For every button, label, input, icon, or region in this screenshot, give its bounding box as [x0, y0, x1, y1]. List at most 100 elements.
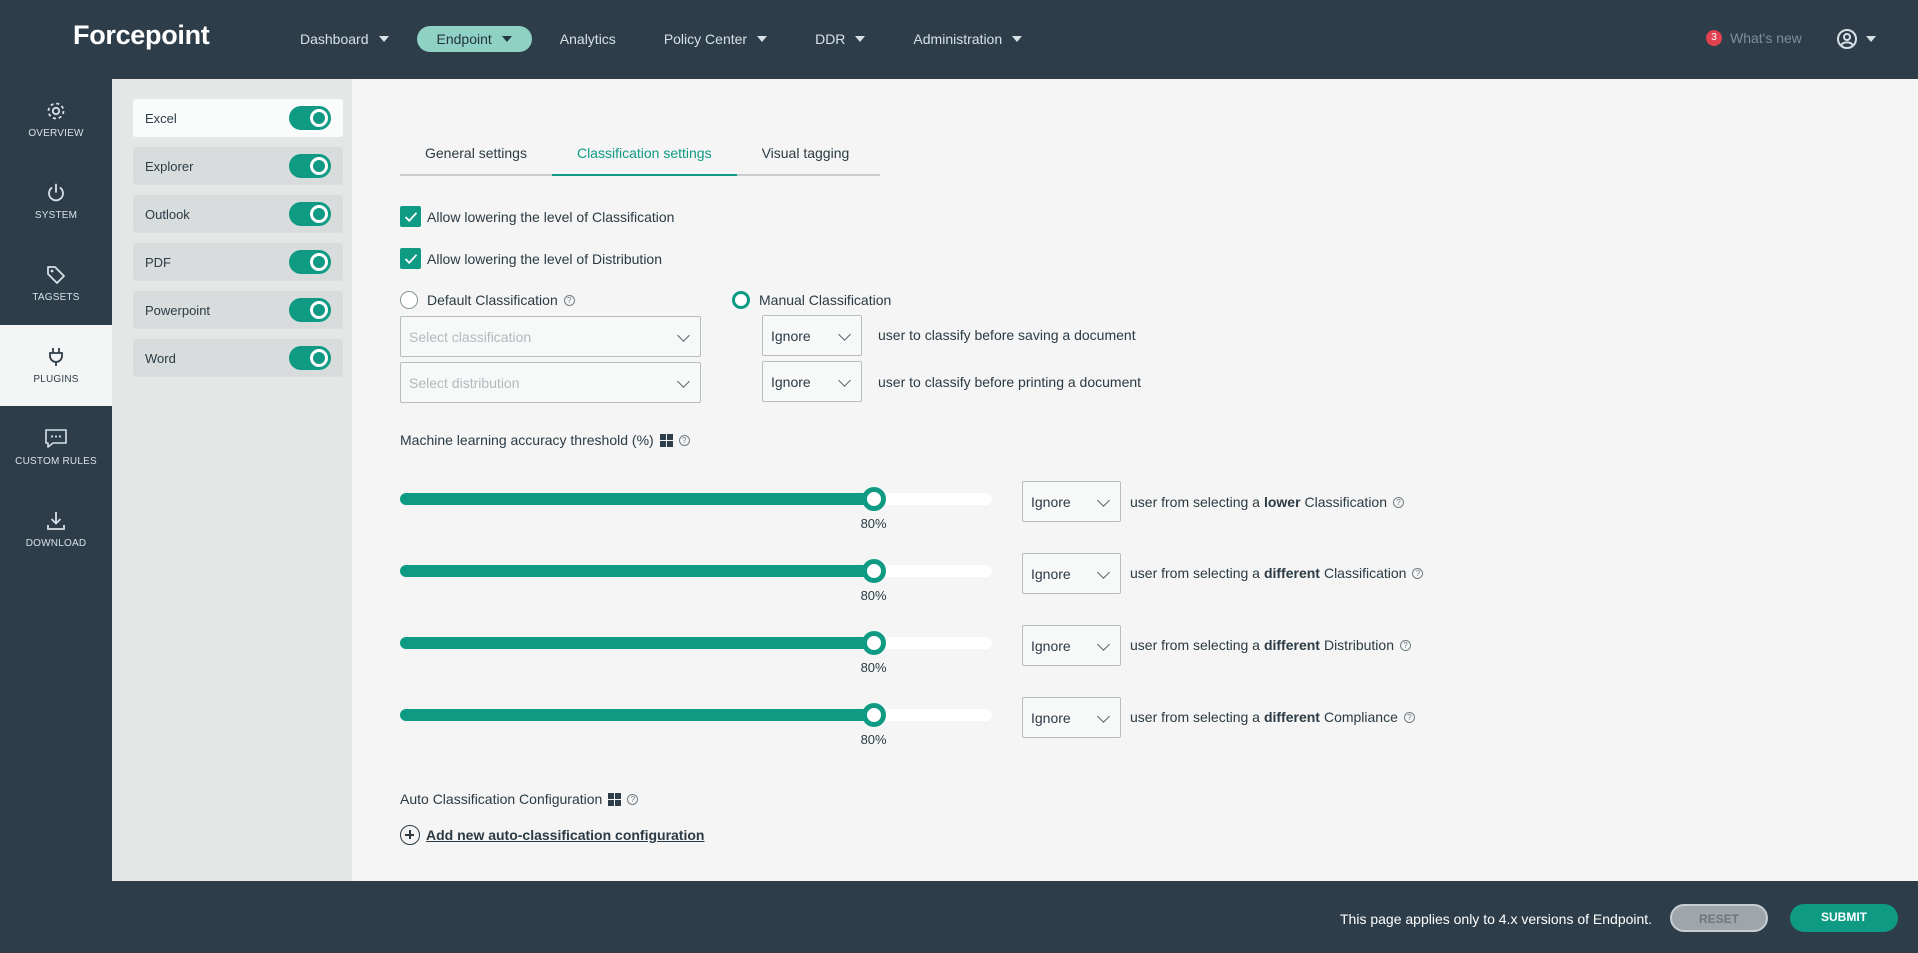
top-bar: Forcepoint Dashboard Endpoint Analytics … [0, 0, 1918, 79]
classification-select[interactable]: Select classification [400, 316, 701, 357]
distribution-select[interactable]: Select distribution [400, 362, 701, 403]
submit-button[interactable]: SUBMIT [1790, 904, 1898, 932]
nav-policy-center[interactable]: Policy Center [644, 26, 787, 52]
rail-overview[interactable]: OVERVIEW [0, 79, 112, 160]
checkbox-checked[interactable] [400, 206, 421, 227]
rail-plugins[interactable]: PLUGINS [0, 325, 112, 406]
slider-thumb[interactable] [861, 487, 886, 511]
main-content: General settings Classification settings… [352, 79, 1918, 881]
slider-thumb[interactable] [861, 703, 886, 727]
slider-value: 80% [860, 732, 887, 747]
ml-slider[interactable] [400, 559, 992, 583]
plugin-toggle[interactable] [289, 202, 331, 226]
plugin-powerpoint[interactable]: Powerpoint [133, 291, 343, 329]
ml-rule-text: user from selecting a different Compliance… [1130, 709, 1415, 725]
ml-action-select[interactable]: Ignore [1022, 625, 1121, 666]
plugin-toggle[interactable] [289, 154, 331, 178]
ml-action-select[interactable]: Ignore [1022, 553, 1121, 594]
chevron-down-icon [1097, 494, 1110, 507]
slider-thumb[interactable] [861, 559, 886, 583]
notification-badge: 3 [1706, 30, 1722, 46]
help-icon[interactable]: ? [627, 793, 639, 805]
forcepoint-logo[interactable]: Forcepoint [73, 20, 210, 51]
print-action-select[interactable]: Ignore [762, 361, 862, 402]
print-action-text: user to classify before printing a docum… [878, 374, 1142, 390]
user-circle-icon [1837, 29, 1857, 49]
radio-checked[interactable] [732, 291, 750, 309]
tag-icon [47, 266, 65, 284]
footer-bar: This page applies only to 4.x versions o… [0, 881, 1918, 953]
nav-dashboard[interactable]: Dashboard [280, 26, 409, 52]
plugin-explorer[interactable]: Explorer [133, 147, 343, 185]
reset-button[interactable]: RESET [1670, 904, 1768, 932]
chevron-down-icon [838, 328, 851, 341]
chat-icon [45, 429, 67, 448]
nav-ddr[interactable]: DDR [795, 26, 885, 52]
help-icon[interactable]: ? [1399, 639, 1411, 651]
plugin-toggle[interactable] [289, 298, 331, 322]
help-icon[interactable]: ? [678, 434, 690, 446]
help-icon[interactable]: ? [1412, 567, 1424, 579]
plugin-excel[interactable]: Excel [133, 99, 343, 137]
save-action-select[interactable]: Ignore [762, 315, 862, 356]
ml-threshold-label: Machine learning accuracy threshold (%) … [400, 432, 690, 448]
allow-lower-distribution[interactable]: Allow lowering the level of Distribution [400, 248, 662, 269]
rail-system[interactable]: SYSTEM [0, 161, 112, 242]
footer-note: This page applies only to 4.x versions o… [1340, 911, 1653, 927]
ml-rule-text: user from selecting a lower Classification… [1130, 494, 1405, 510]
radio-unchecked[interactable] [400, 291, 418, 309]
ml-action-select[interactable]: Ignore [1022, 481, 1121, 522]
plugins-panel: Excel Explorer Outlook PDF Powerpoint Wo… [112, 79, 352, 881]
plugin-pdf[interactable]: PDF [133, 243, 343, 281]
caret-down-icon [1012, 36, 1023, 42]
slider-fill [400, 709, 874, 721]
slider-fill [400, 637, 874, 649]
allow-lower-classification[interactable]: Allow lowering the level of Classificati… [400, 206, 674, 227]
plugin-toggle[interactable] [289, 346, 331, 370]
main-nav: Dashboard Endpoint Analytics Policy Cent… [280, 26, 1050, 52]
plugin-toggle[interactable] [289, 106, 331, 130]
auto-classification-label: Auto Classification Configuration ? [400, 791, 639, 807]
left-rail: OVERVIEW SYSTEM TAGSETS PLUGINS CUSTOM R… [0, 79, 112, 880]
rail-tagsets[interactable]: TAGSETS [0, 243, 112, 324]
ml-slider[interactable] [400, 487, 992, 511]
chevron-down-icon [838, 374, 851, 387]
default-classification-option[interactable]: Default Classification ? [400, 291, 575, 309]
plugin-word[interactable]: Word [133, 339, 343, 377]
checkbox-checked[interactable] [400, 248, 421, 269]
chevron-down-icon [677, 375, 690, 388]
rail-custom-rules[interactable]: CUSTOM RULES [0, 407, 112, 488]
ml-slider[interactable] [400, 631, 992, 655]
chevron-down-icon [1097, 638, 1110, 651]
plugin-outlook[interactable]: Outlook [133, 195, 343, 233]
ml-rule-text: user from selecting a different Distributi… [1130, 637, 1411, 653]
ml-action-select[interactable]: Ignore [1022, 697, 1121, 738]
chevron-down-icon [1097, 710, 1110, 723]
nav-endpoint[interactable]: Endpoint [416, 26, 532, 52]
slider-thumb[interactable] [861, 631, 886, 655]
rail-download[interactable]: DOWNLOAD [0, 489, 112, 570]
caret-down-icon [1866, 36, 1876, 42]
ml-slider[interactable] [400, 703, 992, 727]
settings-tabs: General settings Classification settings… [400, 131, 880, 176]
nav-administration[interactable]: Administration [893, 26, 1042, 52]
check-icon [404, 211, 417, 222]
whats-new-link[interactable]: 3 What's new [1706, 30, 1802, 46]
user-menu[interactable] [1836, 28, 1876, 50]
slider-value: 80% [860, 588, 887, 603]
add-auto-classification-link[interactable]: Add new auto-classification configuratio… [400, 825, 704, 845]
nav-analytics[interactable]: Analytics [540, 26, 636, 52]
help-icon[interactable]: ? [1403, 711, 1415, 723]
tab-classification-settings[interactable]: Classification settings [551, 131, 737, 176]
chevron-down-icon [1097, 566, 1110, 579]
download-icon [47, 512, 65, 530]
help-icon[interactable]: ? [563, 294, 575, 306]
plugin-toggle[interactable] [289, 250, 331, 274]
slider-fill [400, 565, 874, 577]
help-icon[interactable]: ? [1393, 496, 1405, 508]
save-action-text: user to classify before saving a documen… [878, 327, 1136, 343]
tab-visual-tagging[interactable]: Visual tagging [737, 131, 875, 176]
slider-value: 80% [860, 660, 887, 675]
manual-classification-option[interactable]: Manual Classification [732, 291, 891, 309]
tab-general-settings[interactable]: General settings [400, 131, 552, 176]
